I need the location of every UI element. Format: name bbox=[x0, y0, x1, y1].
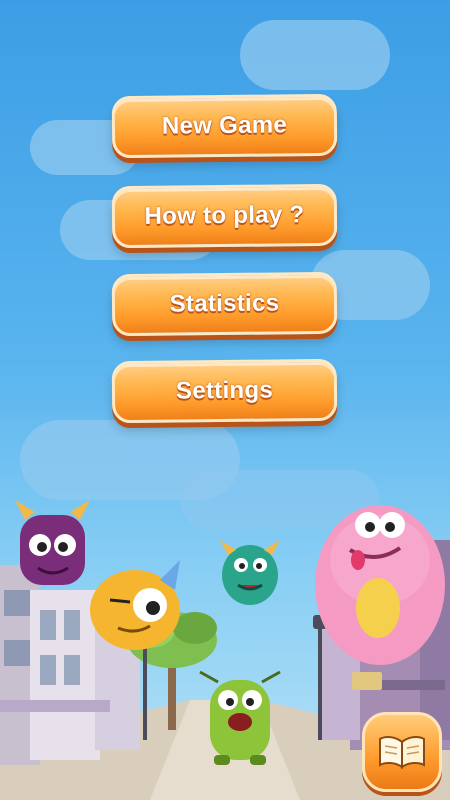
settings-label: Settings bbox=[175, 376, 274, 405]
how-to-play-label: How to play ? bbox=[144, 201, 305, 230]
statistics-label: Statistics bbox=[169, 289, 280, 318]
open-book-icon bbox=[379, 736, 425, 769]
how-to-play-button[interactable]: How to play ? bbox=[111, 183, 338, 249]
new-game-label: New Game bbox=[161, 111, 288, 140]
rules-book-button[interactable] bbox=[362, 712, 442, 792]
game-menu-screen: New Game How to play ? Statistics Settin… bbox=[0, 0, 450, 800]
new-game-button[interactable]: New Game bbox=[111, 93, 338, 159]
statistics-button[interactable]: Statistics bbox=[111, 271, 338, 337]
settings-button[interactable]: Settings bbox=[111, 358, 338, 424]
